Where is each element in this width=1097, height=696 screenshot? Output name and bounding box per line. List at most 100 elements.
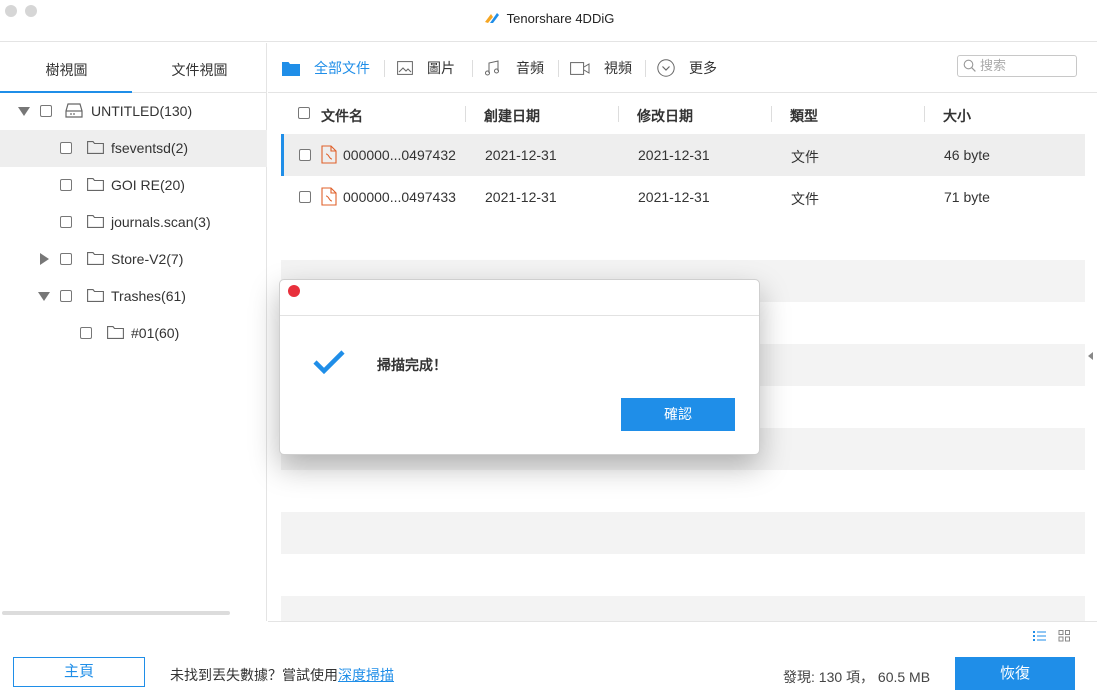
column-divider[interactable] [618,106,619,122]
tree-item-journals-scan[interactable]: journals.scan(3) [0,204,267,241]
file-created: 2021-12-31 [485,189,557,205]
tree-checkbox[interactable] [80,327,92,339]
filter-all-files[interactable]: 全部文件 [282,43,370,93]
image-icon [397,61,413,75]
row-checkbox[interactable] [299,191,311,203]
empty-row [281,512,1085,554]
toolbar-divider [472,60,473,77]
list-view-icon[interactable] [1033,630,1046,642]
tree-checkbox[interactable] [60,142,72,154]
video-icon [570,61,590,75]
toolbar-divider [645,60,646,77]
tree-item-fseventsd[interactable]: fseventsd(2) [0,130,267,167]
file-size: 71 byte [944,189,990,205]
file-modified: 2021-12-31 [638,147,710,163]
search-placeholder: 搜索 [980,58,1007,73]
tree-checkbox[interactable] [60,179,72,191]
filter-more[interactable]: 更多 [657,43,717,93]
filter-video[interactable]: 視頻 [570,43,632,93]
found-summary: 發現: 130 項， 60.5 MB [783,669,931,685]
table-row[interactable]: 000000...0497433 2021-12-31 2021-12-31 文… [281,176,1085,218]
column-modified[interactable]: 修改日期 [637,106,693,126]
chevron-down-circle-icon [657,59,675,77]
tree-checkbox[interactable] [40,105,52,117]
dialog-close-button[interactable] [288,285,300,297]
search-input[interactable]: 搜索 [957,55,1077,77]
tab-tree-view[interactable]: 樹視圖 [0,43,133,92]
select-all-checkbox[interactable] [298,107,310,119]
tree-item-goi-re[interactable]: GOI RE(20) [0,167,267,204]
folder-icon [87,141,104,154]
row-checkbox[interactable] [299,149,311,161]
column-type[interactable]: 類型 [790,106,818,126]
column-size[interactable]: 大小 [943,106,971,126]
filter-audio[interactable]: 音頻 [484,43,544,93]
column-divider[interactable] [771,106,772,122]
tree-checkbox[interactable] [60,290,72,302]
file-type: 文件 [791,149,819,165]
file-modified: 2021-12-31 [638,189,710,205]
folder-icon [87,289,104,302]
filter-label: 全部文件 [314,60,370,76]
tree-checkbox[interactable] [60,216,72,228]
tree-item-label: #01(60) [131,325,180,341]
left-panel: 樹視圖 文件視圖 UNTITLED(130) fseventsd(2) GOI … [0,43,267,621]
recover-button[interactable]: 恢復 [955,657,1075,690]
file-created: 2021-12-31 [485,147,557,163]
filter-images[interactable]: 圖片 [397,43,455,93]
home-button[interactable]: 主頁 [13,657,145,687]
toolbar-divider [558,60,559,77]
view-mode-bar [268,621,1097,649]
tree-item-trashes[interactable]: Trashes(61) [0,278,267,315]
collapse-arrow-icon[interactable] [18,107,30,116]
tree-item-label: journals.scan(3) [111,214,211,230]
toolbar-divider [384,60,385,77]
dialog-header [280,280,759,316]
tree-checkbox[interactable] [60,253,72,265]
tree-item-label: Store-V2(7) [111,251,184,267]
column-divider[interactable] [924,106,925,122]
file-icon [321,145,337,164]
horizontal-scrollbar[interactable] [2,611,230,615]
tree-item-root[interactable]: UNTITLED(130) [0,93,267,130]
tree-item-label: GOI RE(20) [111,177,185,193]
scan-complete-dialog: 掃描完成！ 確認 [279,279,760,455]
empty-row [281,596,1085,621]
column-name[interactable]: 文件名 [321,106,363,126]
footer: 主頁 未找到丟失數據？嘗試使用深度掃描 發現: 130 項， 60.5 MB 恢… [0,621,1097,696]
table-header: 文件名 創建日期 修改日期 類型 大小 [268,94,1097,134]
view-tabs: 樹視圖 文件視圖 [0,43,266,93]
deep-scan-hint: 未找到丟失數據？嘗試使用深度掃描 [170,665,394,685]
tree-item-store-v2[interactable]: Store-V2(7) [0,241,267,278]
column-created[interactable]: 創建日期 [484,106,540,126]
tab-file-view[interactable]: 文件視圖 [133,43,266,92]
app-logo-icon [484,13,499,23]
file-type: 文件 [791,191,819,207]
drive-icon [65,103,83,118]
table-row[interactable]: 000000...0497432 2021-12-31 2021-12-31 文… [281,134,1085,176]
tree-item-label: fseventsd(2) [111,140,189,156]
folder-icon [87,178,104,191]
hint-text: 未找到丟失數據？嘗試使用 [170,667,338,683]
deep-scan-link[interactable]: 深度掃描 [338,667,394,683]
tree-item-label: UNTITLED(130) [91,103,193,119]
filter-label: 視頻 [604,60,632,76]
file-name: 000000...0497433 [343,189,456,205]
column-divider[interactable] [465,106,466,122]
folder-icon [107,326,124,339]
preview-panel-toggle-icon[interactable] [1088,352,1093,360]
folder-filled-icon [282,61,300,76]
expand-arrow-icon[interactable] [40,253,49,265]
filter-label: 圖片 [427,60,455,76]
folder-icon [87,215,104,228]
file-name: 000000...0497432 [343,147,456,163]
search-icon [963,59,976,72]
folder-icon [87,252,104,265]
dialog-message: 掃描完成！ [377,357,447,373]
grid-view-icon[interactable] [1058,630,1071,642]
collapse-arrow-icon[interactable] [38,292,50,301]
tree-item-01[interactable]: #01(60) [0,315,267,352]
confirm-button[interactable]: 確認 [621,398,735,431]
file-size: 46 byte [944,147,990,163]
filter-toolbar: 全部文件 圖片 音頻 視頻 更多 搜索 [268,43,1097,93]
